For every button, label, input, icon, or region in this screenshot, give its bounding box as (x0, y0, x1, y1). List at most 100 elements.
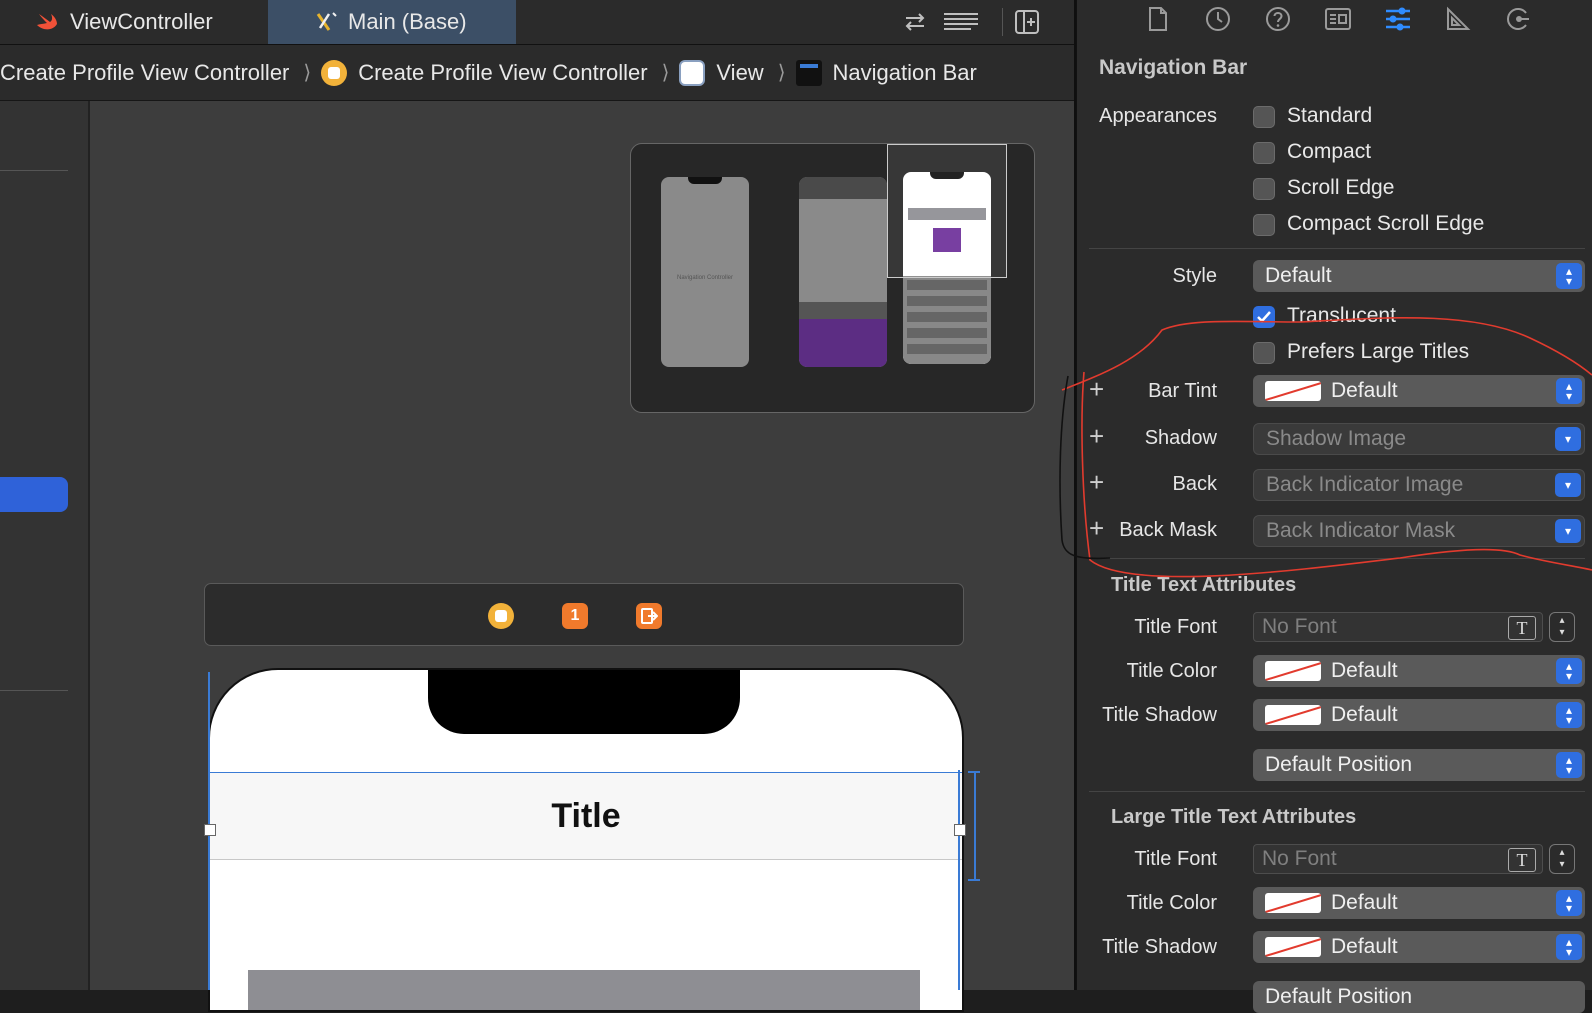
color-swatch (1265, 705, 1321, 725)
breadcrumb-label: Navigation Bar (832, 59, 977, 85)
minimap-purple-band (799, 319, 887, 367)
tab-main-storyboard[interactable]: Main (Base) (268, 0, 516, 44)
height-indicator-top (968, 771, 980, 773)
size-inspector-icon[interactable] (1441, 4, 1475, 34)
style-popup[interactable]: Default ▴ ▾ (1253, 260, 1585, 292)
navigation-bar[interactable]: Title (210, 772, 962, 860)
chevron-up-down-icon: ▴ ▾ (1556, 752, 1582, 778)
large-title-shadow-position-popup[interactable]: Default Position (1253, 981, 1585, 1013)
minimap-viewport[interactable] (887, 144, 1007, 278)
pane-divider[interactable] (1074, 0, 1076, 990)
breadcrumb-item-scene[interactable]: Create Profile View Controller (0, 60, 289, 86)
chevron-right-icon: ⟩ (303, 62, 312, 84)
minimap-mid-band (799, 302, 887, 319)
canvas-minimap[interactable]: Navigation Controller (630, 143, 1035, 413)
swap-arrows-icon[interactable] (900, 6, 930, 38)
attributes-inspector-icon[interactable] (1381, 4, 1415, 34)
scene-dock: 1 (204, 583, 964, 646)
title-color-label: Title Color (1126, 660, 1217, 682)
sidebar-selected-item[interactable] (0, 477, 68, 512)
iphone-scene[interactable]: Title (208, 668, 964, 1012)
compact-scroll-edge-checkbox[interactable] (1253, 214, 1275, 236)
title-shadow-position-value: Default Position (1265, 753, 1413, 776)
history-inspector-icon[interactable] (1201, 4, 1235, 34)
selection-guide-right (958, 770, 960, 990)
title-font-stepper[interactable]: ▴ ▾ (1549, 612, 1575, 642)
chevron-down-icon: ▾ (1555, 427, 1581, 451)
toolbar-divider (1002, 8, 1003, 36)
breadcrumb-label: Create Profile View Controller (358, 59, 648, 85)
bar-tint-popup[interactable]: Default ▴ ▾ (1253, 375, 1585, 407)
large-title-shadow-popup[interactable]: Default ▴ ▾ (1253, 931, 1585, 963)
exit-icon[interactable] (636, 603, 662, 629)
back-indicator-mask-combo[interactable]: Back Indicator Mask ▾ (1253, 515, 1585, 547)
shadow-label: Shadow (1144, 427, 1217, 449)
large-title-font-field[interactable]: No Font T (1253, 844, 1543, 874)
breadcrumb-item-navigation-bar[interactable]: Navigation Bar (795, 59, 977, 86)
minimap-navigation-controller[interactable]: Navigation Controller (661, 177, 749, 367)
minimap-launch-screen[interactable] (799, 177, 887, 367)
color-swatch (1265, 937, 1321, 957)
resize-handle-left[interactable] (204, 824, 216, 836)
large-title-shadow-position-value: Default Position (1265, 985, 1413, 1008)
large-title-shadow-value: Default (1331, 935, 1398, 958)
help-inspector-icon[interactable] (1261, 4, 1295, 34)
font-picker-icon[interactable]: T (1508, 848, 1536, 872)
breadcrumb-item-view[interactable]: View (679, 59, 764, 86)
height-indicator (974, 771, 976, 880)
style-value: Default (1265, 264, 1332, 287)
breadcrumb-label: Create Profile View Controller (0, 59, 290, 85)
first-responder-count: 1 (570, 607, 580, 624)
large-title-font-stepper[interactable]: ▴ ▾ (1549, 844, 1575, 874)
tab-viewcontroller[interactable]: ViewController (0, 0, 268, 44)
shadow-image-combo[interactable]: Shadow Image ▾ (1253, 423, 1585, 455)
section-divider (1089, 558, 1585, 559)
compact-checkbox-label: Compact (1287, 140, 1372, 163)
connections-inspector-icon[interactable] (1501, 4, 1535, 34)
translucent-checkbox[interactable] (1253, 306, 1275, 328)
device-notch (428, 670, 740, 734)
storyboard-icon (312, 0, 342, 44)
title-shadow-value: Default (1331, 703, 1398, 726)
breadcrumb-item-controller[interactable]: Create Profile View Controller (321, 59, 648, 86)
standard-checkbox-label: Standard (1287, 104, 1373, 127)
title-shadow-popup[interactable]: Default ▴ ▾ (1253, 699, 1585, 731)
style-label: Style (1172, 265, 1217, 287)
large-title-font-value: No Font (1262, 847, 1337, 870)
title-shadow-position-popup[interactable]: Default Position ▴ ▾ (1253, 749, 1585, 781)
chevron-up-down-icon: ▴ ▾ (1556, 658, 1582, 684)
translucent-label: Translucent (1287, 304, 1396, 327)
add-editor-icon[interactable] (1012, 6, 1042, 38)
title-color-popup[interactable]: Default ▴ ▾ (1253, 655, 1585, 687)
font-picker-icon[interactable]: T (1508, 616, 1536, 640)
bar-tint-label: Bar Tint (1148, 380, 1217, 402)
large-title-color-popup[interactable]: Default ▴ ▾ (1253, 887, 1585, 919)
view-controller-icon[interactable] (488, 603, 514, 629)
section-title: Navigation Bar (1099, 56, 1248, 79)
tab-label: ViewController (70, 9, 213, 34)
chevron-down-icon: ▾ (1555, 519, 1581, 543)
first-responder-badge[interactable]: 1 (562, 603, 588, 629)
chevron-up-down-icon: ▴ ▾ (1556, 263, 1582, 289)
gray-bar-view[interactable] (248, 970, 920, 1010)
outline-sidebar[interactable] (0, 101, 90, 990)
compact-checkbox[interactable] (1253, 142, 1275, 164)
large-title-text-attributes-heading: Large Title Text Attributes (1111, 806, 1357, 828)
breadcrumb-label: View (716, 59, 764, 85)
inspector-tab-bar (1077, 0, 1592, 40)
sidebar-divider (0, 170, 68, 171)
prefers-large-titles-label: Prefers Large Titles (1287, 340, 1470, 363)
file-inspector-icon[interactable] (1141, 4, 1175, 34)
editor-tab-bar: ViewController Main (Base) (0, 0, 1074, 45)
standard-checkbox[interactable] (1253, 106, 1275, 128)
minimap-table (903, 276, 991, 364)
swift-icon (32, 0, 62, 44)
prefers-large-titles-checkbox[interactable] (1253, 342, 1275, 364)
list-lines-icon[interactable] (942, 6, 980, 38)
scroll-edge-checkbox[interactable] (1253, 178, 1275, 200)
resize-handle-right[interactable] (954, 824, 966, 836)
identity-inspector-icon[interactable] (1321, 4, 1355, 34)
height-indicator-bottom (968, 879, 980, 881)
back-indicator-image-combo[interactable]: Back Indicator Image ▾ (1253, 469, 1585, 501)
title-font-field[interactable]: No Font T (1253, 612, 1543, 642)
